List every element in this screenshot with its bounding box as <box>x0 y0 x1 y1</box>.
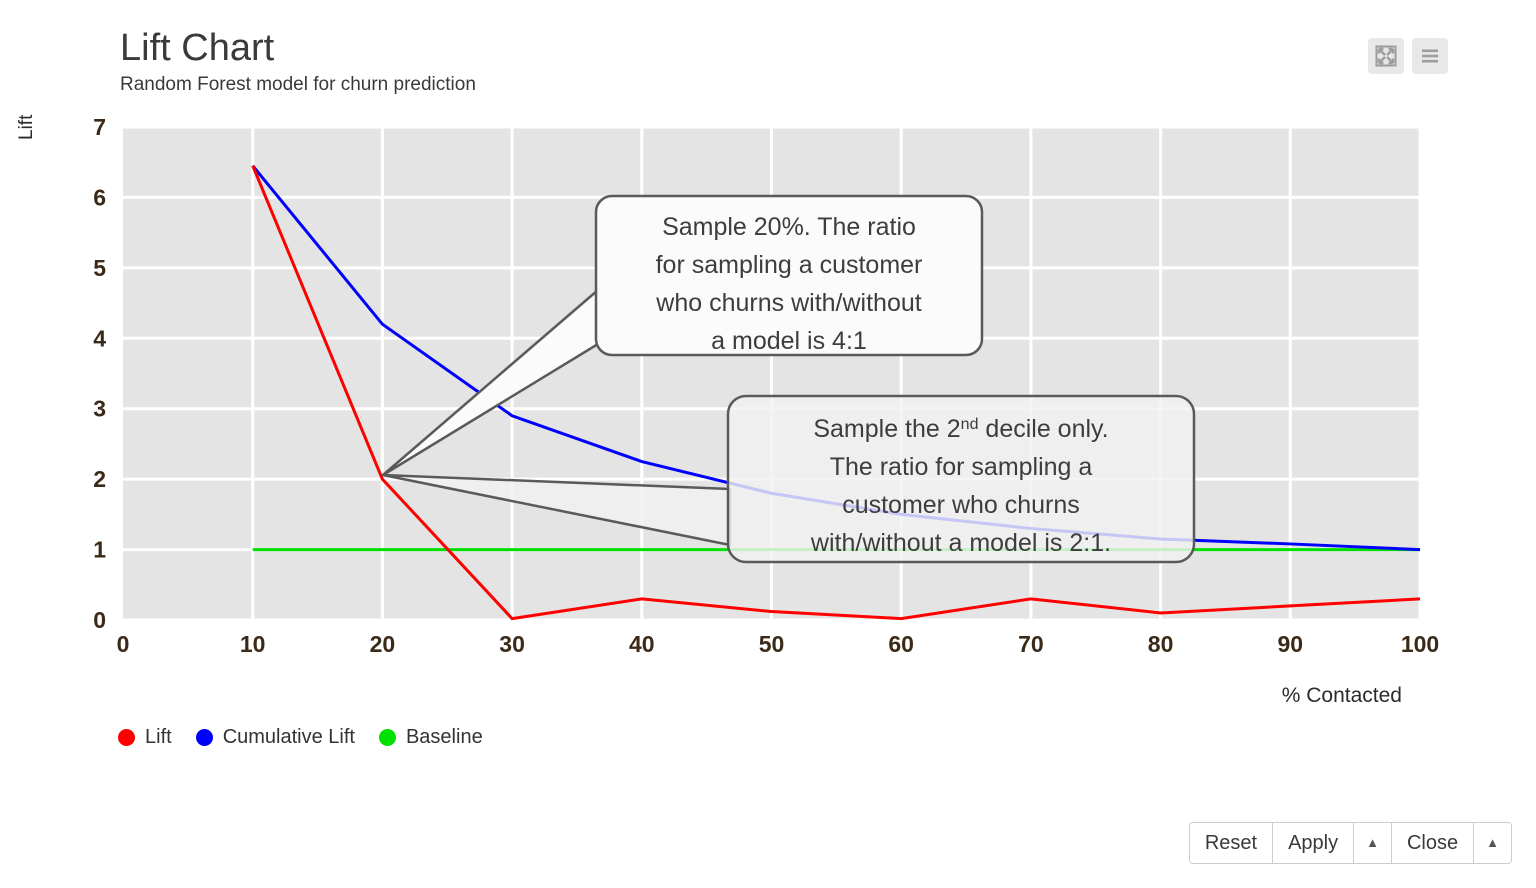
bottom-button-bar: Reset Apply ▲ Close ▲ <box>1188 822 1512 864</box>
legend-label: Lift <box>145 726 172 748</box>
callout-line: Sample 20%. The ratio <box>662 213 916 241</box>
legend-label: Cumulative Lift <box>222 726 355 748</box>
close-caret-button[interactable]: ▲ <box>1474 823 1511 863</box>
callout-superscript: nd <box>961 416 979 433</box>
x-axis-tick: 90 <box>1278 631 1304 657</box>
close-button[interactable]: Close <box>1391 823 1475 863</box>
x-axis-title: % Contacted <box>1282 684 1402 707</box>
chart-legend: Lift Cumulative Lift Baseline <box>118 726 483 749</box>
y-axis-tick: 3 <box>93 396 106 422</box>
y-axis-tick: 5 <box>93 255 106 281</box>
x-axis-tick: 80 <box>1148 631 1174 657</box>
y-axis-tick: 4 <box>93 325 106 351</box>
x-axis-tick: 20 <box>370 631 396 657</box>
y-axis-tick: 7 <box>93 114 106 140</box>
apply-caret-button[interactable]: ▲ <box>1354 823 1392 863</box>
legend-item-baseline[interactable]: Baseline <box>378 726 483 749</box>
legend-label: Baseline <box>405 726 483 748</box>
x-axis-tick: 100 <box>1401 631 1439 657</box>
apply-button[interactable]: Apply <box>1273 823 1355 863</box>
callout-line: for sampling a customer <box>656 251 923 279</box>
y-axis-tick: 0 <box>93 607 106 633</box>
x-axis-tick: 70 <box>1018 631 1044 657</box>
x-axis-tick: 10 <box>240 631 266 657</box>
callout-line: The ratio for sampling a <box>830 453 1093 481</box>
x-axis-tick: 40 <box>629 631 655 657</box>
x-axis-tick-labels: 0 10 20 30 40 50 60 70 80 90 100 <box>117 631 1440 657</box>
legend-item-cumulative-lift[interactable]: Cumulative Lift <box>195 726 355 749</box>
legend-item-lift[interactable]: Lift <box>118 726 172 749</box>
legend-color-swatch <box>195 729 213 746</box>
y-axis-tick-labels: 0 1 2 3 4 5 6 7 <box>93 114 106 633</box>
y-axis-tick: 2 <box>93 466 106 492</box>
callout-line: who churns with/without <box>655 289 921 317</box>
y-axis-tick: 6 <box>93 184 106 210</box>
y-axis-tick: 1 <box>93 537 106 563</box>
callout-line: with/without a model is 2:1. <box>810 529 1111 557</box>
reset-button[interactable]: Reset <box>1189 823 1274 863</box>
y-axis-title: Lift <box>16 114 37 140</box>
callout-line: customer who churns <box>842 491 1080 519</box>
x-axis-tick: 50 <box>759 631 785 657</box>
x-axis-tick: 60 <box>888 631 914 657</box>
chart-canvas: 0 1 2 3 4 5 6 7 0 10 20 30 40 50 60 70 80 90 100 Lift % C… <box>16 114 1440 707</box>
lift-chart-figure: 0 1 2 3 4 5 6 7 0 10 20 30 40 50 60 70 80 90 100 Lift % C… <box>0 0 1536 790</box>
callout-line: a model is 4:1 <box>711 327 867 355</box>
x-axis-tick: 0 <box>117 631 130 657</box>
x-axis-tick: 30 <box>499 631 525 657</box>
legend-color-swatch <box>118 729 135 746</box>
legend-color-swatch <box>378 729 396 746</box>
